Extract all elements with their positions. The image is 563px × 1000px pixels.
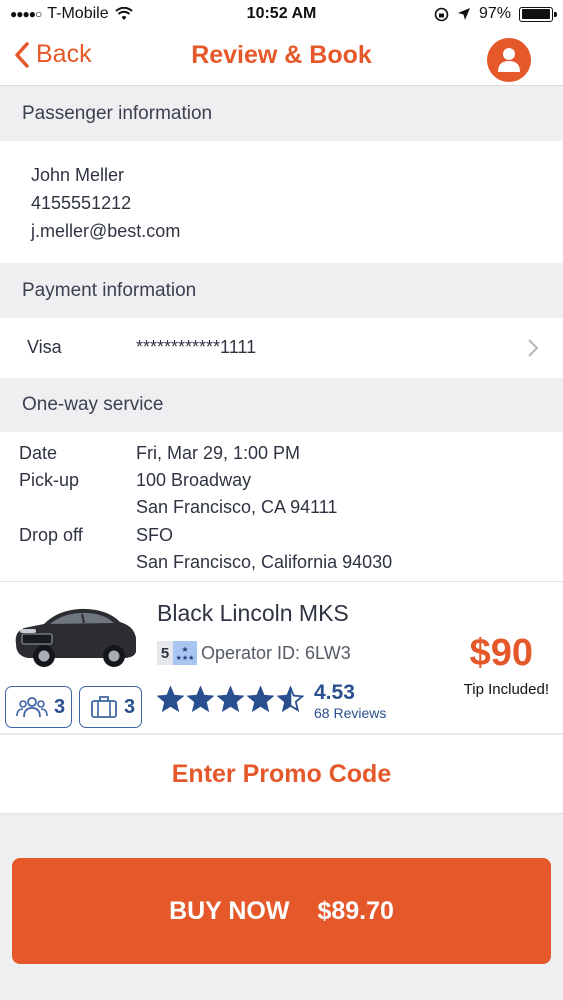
- passengers-icon: [16, 697, 48, 718]
- orientation-lock-icon: [434, 7, 449, 21]
- pickup-label: Pick-up: [19, 470, 80, 490]
- reviews-link[interactable]: 68 Reviews: [314, 705, 386, 721]
- star-icon: [187, 686, 214, 713]
- payment-section-header: Payment information: [0, 263, 563, 318]
- trip-details: Date Fri, Mar 29, 1:00 PM Pick-up 100 Br…: [0, 432, 563, 582]
- operator-stars-icon: ★ ★★★: [173, 641, 197, 665]
- nav-bar: Back Review & Book: [0, 30, 563, 86]
- svg-text:★★★: ★★★: [176, 654, 195, 662]
- passenger-capacity: 3: [5, 686, 73, 728]
- operator-id: Operator ID: 6LW3: [201, 642, 351, 663]
- pickup-address-line1: 100 Broadway: [136, 470, 252, 490]
- passenger-name: John Meller: [31, 165, 125, 185]
- luggage-capacity: 3: [79, 686, 143, 728]
- dropoff-address-line1: SFO: [136, 525, 174, 545]
- luggage-count: 3: [124, 695, 136, 718]
- passenger-info: John Meller 4155551212 j.meller@best.com: [0, 141, 563, 263]
- star-icon: [157, 686, 184, 713]
- date-value: Fri, Mar 29, 1:00 PM: [136, 443, 301, 463]
- operator-level: 5: [157, 641, 173, 665]
- chevron-right-icon: [528, 339, 539, 357]
- star-icon: [277, 686, 304, 713]
- divider: [26, 581, 563, 582]
- date-label: Date: [19, 443, 58, 463]
- car-image: [15, 608, 137, 667]
- dropoff-label: Drop off: [19, 525, 83, 545]
- status-bar: ●●●●○ T-Mobile 10:52 AM 97%: [0, 0, 563, 30]
- rating-value: 4.53: [314, 681, 355, 704]
- card-number: ************1111: [136, 337, 257, 357]
- operator-row: 5 ★ ★★★ Operator ID: 6LW3: [157, 641, 351, 665]
- passenger-phone: 4155551212: [31, 193, 132, 213]
- operator-badge: 5 ★ ★★★: [157, 641, 197, 665]
- svg-text:★: ★: [181, 645, 188, 654]
- luggage-icon: [91, 696, 117, 718]
- rating-stars: [157, 686, 304, 713]
- star-icon: [217, 686, 244, 713]
- promo-code-label: Enter Promo Code: [171, 759, 392, 788]
- battery-fill: [521, 9, 550, 19]
- passenger-section-header: Passenger information: [0, 87, 563, 141]
- pickup-address-line2: San Francisco, CA 94111: [136, 497, 338, 517]
- buy-now-button[interactable]: BUY NOW $89.70: [12, 858, 551, 964]
- tip-note: Tip Included!: [463, 681, 549, 698]
- payment-method-row[interactable]: Visa ************1111: [0, 318, 563, 378]
- star-icon: [247, 686, 274, 713]
- buy-now-amount: $89.70: [317, 896, 394, 925]
- page-title: Review & Book: [191, 41, 372, 69]
- buy-now-label: BUY NOW: [169, 896, 290, 925]
- battery-icon: [519, 6, 557, 22]
- location-arrow-icon: [457, 8, 470, 20]
- vehicle-price: $90: [469, 632, 533, 674]
- dropoff-address-line2: San Francisco, California 94030: [136, 552, 393, 572]
- card-type: Visa: [27, 337, 62, 357]
- service-section-header: One-way service: [0, 378, 563, 432]
- vehicle-name: Black Lincoln MKS: [157, 600, 349, 626]
- account-button[interactable]: [487, 38, 531, 82]
- passenger-email: j.meller@best.com: [31, 221, 181, 241]
- battery-percent: 97%: [478, 5, 511, 22]
- promo-code-button[interactable]: Enter Promo Code: [0, 734, 563, 814]
- passenger-count: 3: [54, 695, 66, 718]
- user-icon: [498, 48, 520, 72]
- vehicle-card[interactable]: Black Lincoln MKS 5 ★ ★★★ Operator ID: 6…: [0, 581, 563, 733]
